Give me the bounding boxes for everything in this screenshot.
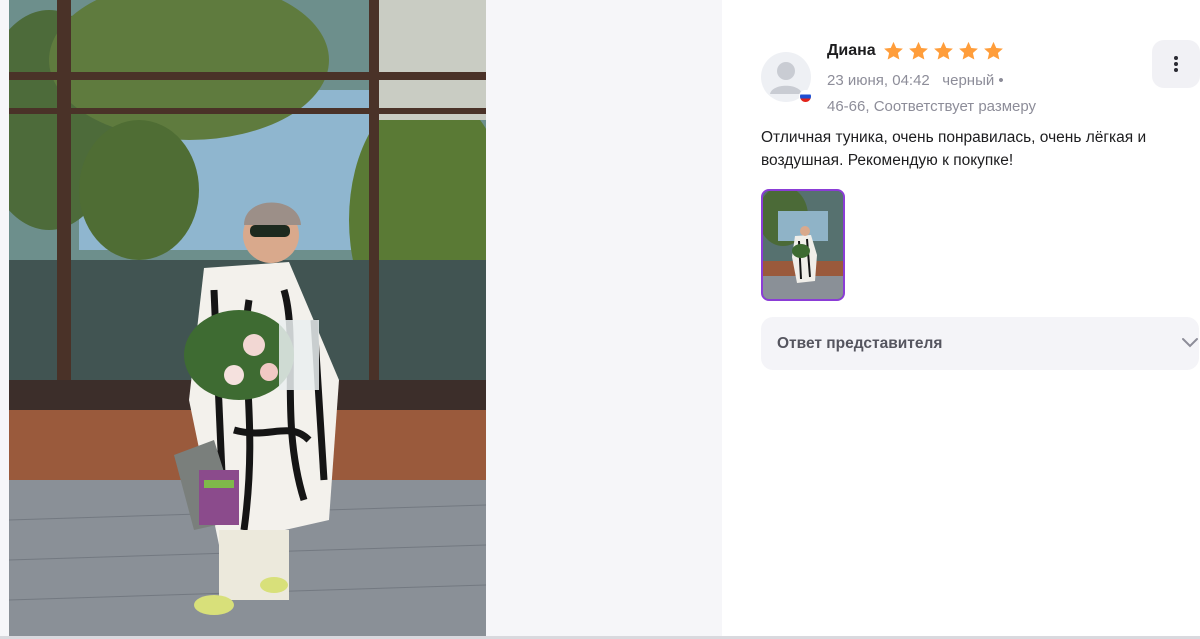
star-icon bbox=[909, 41, 928, 60]
review-card: Диана 23 июня, 04:42 черный • 46-66, Соо… bbox=[722, 0, 1200, 639]
review-color: черный • bbox=[942, 72, 1004, 89]
kebab-vertical-icon bbox=[1174, 56, 1178, 72]
chevron-down-icon bbox=[1182, 338, 1198, 348]
reply-label: Ответ представителя bbox=[777, 335, 943, 352]
review-author: Диана bbox=[827, 42, 876, 59]
rating-stars bbox=[882, 40, 1005, 63]
review-date: 23 июня, 04:42 bbox=[827, 72, 930, 89]
review-text: Отличная туника, очень понравилась, очен… bbox=[761, 129, 1147, 169]
more-options-button[interactable] bbox=[1152, 40, 1200, 88]
star-icon bbox=[884, 41, 903, 60]
star-icon bbox=[959, 41, 978, 60]
review-meta: 23 июня, 04:42 черный • 46-66, Соответст… bbox=[827, 68, 1067, 120]
russia-flag-icon bbox=[799, 90, 812, 103]
star-icon bbox=[934, 41, 953, 60]
review-size: 46-66, Соответствует размеру bbox=[827, 98, 1037, 115]
review-photo[interactable] bbox=[9, 0, 486, 636]
photo-viewer bbox=[0, 0, 722, 639]
review-photo-thumbnail[interactable] bbox=[761, 189, 845, 301]
representative-reply-toggle[interactable]: Ответ представителя bbox=[761, 317, 1199, 370]
star-icon bbox=[984, 41, 1003, 60]
